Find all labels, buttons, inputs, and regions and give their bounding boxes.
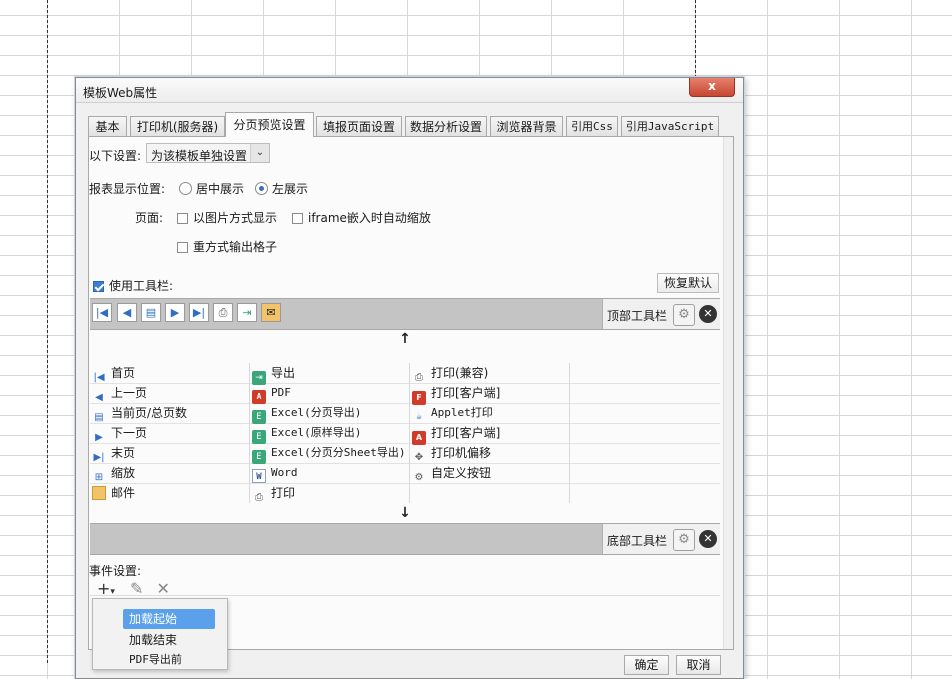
close-circle-icon[interactable]: ✕: [699, 530, 717, 548]
radio-center-display[interactable]: 居中展示: [179, 180, 244, 197]
list-item-print-client-pdf[interactable]: A 打印[客户端]: [412, 423, 500, 445]
list-item-excel-sheet[interactable]: E Excel(分页分Sheet导出): [252, 443, 405, 464]
tab-ref-javascript[interactable]: 引用JavaScript: [621, 116, 719, 136]
tab-page-preview[interactable]: 分页预览设置: [225, 112, 314, 137]
scope-label: 以下设置:: [89, 149, 142, 163]
list-item-prev-page[interactable]: ◀ 上一页: [92, 383, 147, 403]
list-item-export[interactable]: ⇥ 导出: [252, 363, 295, 385]
checkbox-use-toolbar[interactable]: 使用工具栏:: [93, 277, 173, 294]
cancel-button[interactable]: 取消: [676, 655, 721, 675]
gear-icon[interactable]: ⚙: [673, 304, 695, 326]
menu-item-load-end[interactable]: 加载结束: [123, 630, 183, 650]
radio-left-display[interactable]: 左展示: [255, 180, 308, 197]
dialog-title: 模板Web属性: [83, 86, 158, 100]
list-item-zoom[interactable]: ⊞ 缩放: [92, 463, 135, 483]
page-break-line-left: [47, 0, 48, 663]
word-icon: W: [252, 469, 266, 483]
next-page-icon[interactable]: ▶: [165, 303, 185, 322]
list-item-page-count[interactable]: ▤ 当前页/总页数: [92, 403, 187, 423]
list-item-next-page[interactable]: ▶ 下一页: [92, 423, 147, 443]
radio-selected-icon: [255, 182, 268, 195]
chevron-down-icon: ⌄: [250, 144, 269, 162]
list-item-last-page[interactable]: ▶| 末页: [92, 443, 135, 463]
scope-select[interactable]: 为该模板单独设置 ⌄: [146, 143, 270, 163]
checkbox-output-grid[interactable]: 重方式输出格子: [177, 238, 277, 255]
radio-icon: [179, 182, 192, 195]
pdf-icon: A: [252, 390, 266, 404]
close-button[interactable]: x: [689, 78, 735, 97]
tab-browser-background[interactable]: 浏览器背景: [490, 116, 563, 136]
last-page-icon[interactable]: ▶|: [189, 303, 209, 322]
list-item-printer-offset[interactable]: ✥ 打印机偏移: [412, 443, 491, 463]
page-count-icon[interactable]: ▤: [141, 303, 161, 322]
menu-item-load-start[interactable]: 加载起始: [123, 609, 215, 629]
gear-icon: ⚙: [414, 472, 424, 483]
panel-scrollbar[interactable]: [723, 137, 733, 649]
checkbox-image-display[interactable]: 以图片方式显示: [177, 209, 277, 226]
restore-default-button[interactable]: 恢复默认: [657, 273, 719, 293]
list-item-print-compat[interactable]: ⎙ 打印(兼容): [412, 363, 488, 383]
tab-printer-server[interactable]: 打印机(服务器): [130, 116, 225, 136]
list-item-first-page[interactable]: |◀ 首页: [92, 363, 135, 383]
mail-icon[interactable]: ✉: [261, 303, 281, 322]
applet-icon: ☕: [415, 411, 423, 422]
list-item-print[interactable]: ⎙ 打印: [252, 483, 295, 503]
mail-icon: [92, 486, 106, 500]
excel-icon: E: [252, 410, 266, 424]
menu-item-before-pdf-export[interactable]: PDF导出前: [123, 650, 188, 670]
bottom-toolbar-label-box: 底部工具栏 ⚙ ✕: [602, 524, 720, 554]
page-label: 页面:: [135, 211, 164, 225]
print-icon: ⎙: [255, 492, 263, 503]
list-item-excel-paged[interactable]: E Excel(分页导出): [252, 403, 361, 424]
list-item-pdf[interactable]: A PDF: [252, 383, 291, 404]
arrow-down-icon: ↓: [399, 505, 411, 521]
prev-page-icon[interactable]: ◀: [117, 303, 137, 322]
checkbox-iframe-autoscale[interactable]: iframe嵌入时自动缩放: [292, 209, 431, 226]
top-toolbar-strip[interactable]: |◀ ◀ ▤ ▶ ▶| ⎙ ⇥ ✉ 顶部工具栏 ⚙ ✕: [90, 298, 720, 330]
page-preview-panel: 以下设置: 为该模板单独设置 ⌄ 报表显示位置: 居中展示 左展示 页面: 以图…: [88, 136, 734, 650]
checkbox-icon: [177, 213, 188, 224]
excel-icon: E: [252, 450, 266, 464]
tab-basic[interactable]: 基本: [88, 116, 127, 136]
list-item-applet-print[interactable]: ☕ Applet打印: [412, 403, 493, 423]
tab-data-analysis[interactable]: 数据分析设置: [405, 116, 487, 136]
checkbox-checked-icon: [93, 281, 104, 292]
list-item-excel-original[interactable]: E Excel(原样导出): [252, 423, 361, 444]
move-up-arrow[interactable]: ↑: [90, 331, 720, 351]
tab-ref-css[interactable]: 引用Css: [566, 116, 618, 136]
list-item-mail[interactable]: 邮件: [92, 483, 135, 503]
checkbox-icon: [177, 242, 188, 253]
toolbar-button-list: |◀ 首页 ◀ 上一页 ▤ 当前页/总页数 ▶ 下一页 ▶| 末页 ⊞ 缩放 邮件 ⇥ 导出 …: [90, 363, 720, 503]
ok-button[interactable]: 确定: [624, 655, 669, 675]
position-label: 报表显示位置:: [89, 182, 166, 196]
top-toolbar-label-box: 顶部工具栏 ⚙ ✕: [602, 299, 720, 329]
gear-icon[interactable]: ⚙: [673, 529, 695, 551]
close-circle-icon[interactable]: ✕: [699, 305, 717, 323]
bottom-toolbar-strip[interactable]: 底部工具栏 ⚙ ✕: [90, 523, 720, 555]
close-icon: x: [708, 79, 716, 93]
list-item-print-client-flash[interactable]: F 打印[客户端]: [412, 383, 500, 405]
export-icon[interactable]: ⇥: [237, 303, 257, 322]
first-page-icon[interactable]: |◀: [92, 303, 112, 322]
excel-icon: E: [252, 430, 266, 444]
list-item-word[interactable]: W Word: [252, 463, 298, 483]
template-web-properties-dialog: 模板Web属性 x 基本 打印机(服务器) 分页预览设置 填报页面设置 数据分析…: [75, 77, 744, 679]
move-down-arrow[interactable]: ↓: [90, 505, 720, 525]
dialog-titlebar: 模板Web属性 x: [76, 78, 743, 103]
tab-fill-page[interactable]: 填报页面设置: [316, 116, 402, 136]
list-item-custom-button[interactable]: ⚙ 自定义按钮: [412, 463, 492, 483]
add-event-menu: 加载起始 加载结束 PDF导出前: [92, 598, 228, 670]
arrow-up-icon: ↑: [399, 331, 411, 347]
checkbox-icon: [292, 213, 303, 224]
print-icon[interactable]: ⎙: [213, 303, 233, 322]
events-label: 事件设置:: [89, 564, 142, 578]
